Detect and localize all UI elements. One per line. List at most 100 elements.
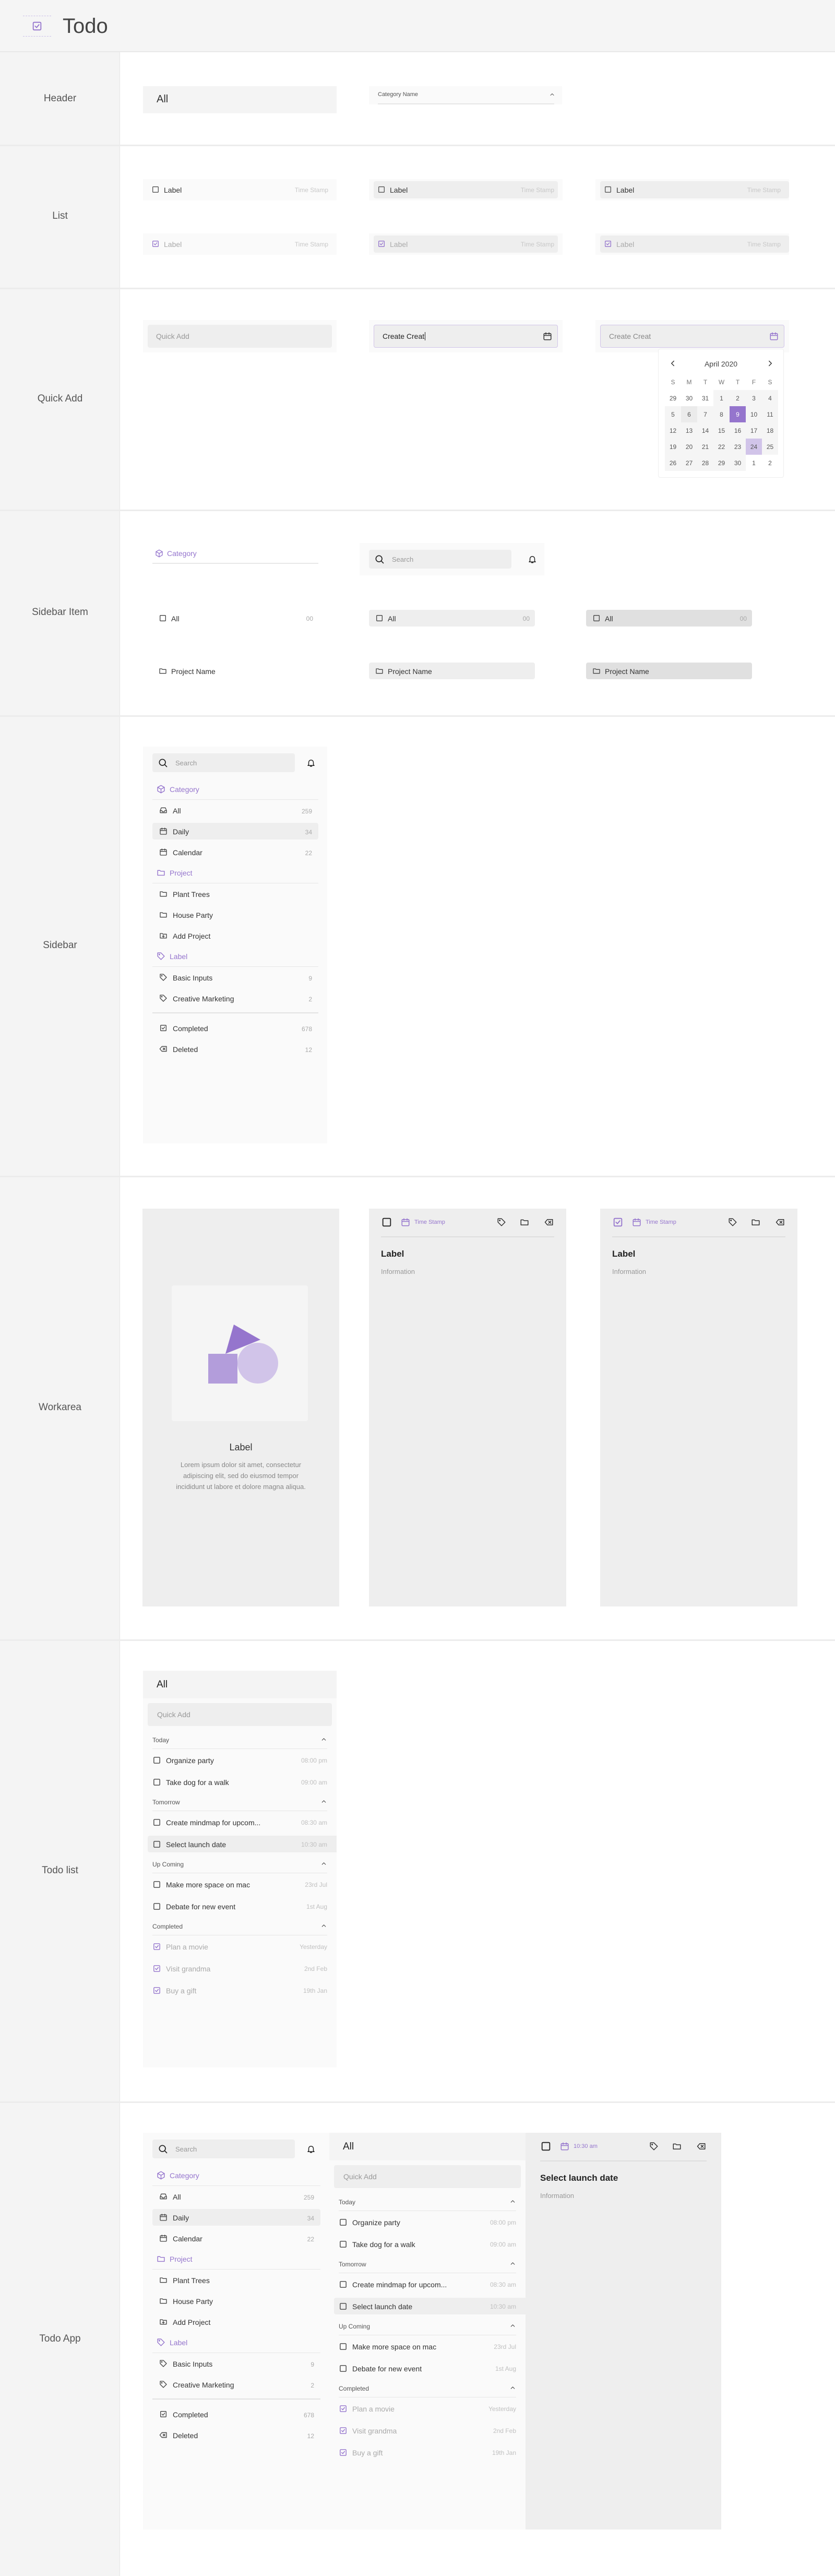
sidebar-item[interactable]: House Party [152,2293,320,2309]
checkbox-checked-icon[interactable] [151,240,160,248]
quick-add-input[interactable]: Create Creat [600,325,784,348]
calendar-day[interactable]: 15 [713,422,730,439]
todo-item[interactable]: Buy a gift 19th Jan [152,1979,327,2001]
todo-item[interactable]: Buy a gift 19th Jan [339,2441,516,2463]
todo-item[interactable]: Debate for new event 1st Aug [152,1895,327,1917]
calendar-day[interactable]: 8 [713,406,730,422]
todo-item[interactable]: Create mindmap for upcom... 08:30 am [152,1811,327,1833]
calendar-day[interactable]: 1 [746,455,762,471]
sidebar-item-completed[interactable]: Completed 678 [152,2406,320,2423]
calendar-day[interactable]: 17 [746,422,762,439]
bell-icon[interactable] [528,554,537,564]
group-header-tomorrow[interactable]: Tomorrow [339,2255,516,2273]
checkbox-icon[interactable] [152,1818,161,1827]
calendar-day[interactable]: 26 [665,455,681,471]
quick-add-input[interactable]: Quick Add [334,2165,521,2188]
calendar-day[interactable]: 4 [762,390,778,406]
chevron-up-icon[interactable] [509,2384,516,2391]
delete-icon[interactable] [544,1218,554,1227]
calendar-day[interactable]: 27 [681,455,697,471]
sidebar-item[interactable]: Calendar 22 [152,2230,320,2247]
calendar-day[interactable]: 20 [681,439,697,455]
todo-item[interactable]: Select launch date 10:30 am [148,1836,337,1852]
calendar-day[interactable]: 23 [730,439,746,455]
timestamp[interactable]: 10:30 am [574,2143,598,2149]
bell-icon[interactable] [306,758,316,767]
delete-icon[interactable] [696,2142,707,2151]
chevron-up-icon[interactable] [320,1798,327,1805]
todo-item[interactable]: Plan a movie Yesterday [339,2397,516,2419]
checkbox-checked-icon[interactable] [152,1964,161,1973]
group-header-tomorrow[interactable]: Tomorrow [152,1793,327,1811]
sidebar-item-project-default[interactable]: Project Name [152,663,318,679]
quick-add-input[interactable]: Quick Add [148,325,332,348]
group-header-up-coming[interactable]: Up Coming [152,1855,327,1873]
group-header-today[interactable]: Today [339,2193,516,2211]
list-row-pressed[interactable]: Label Time Stamp [595,179,789,200]
list-row-hover[interactable]: Label Time Stamp [369,233,563,255]
quick-add-input[interactable]: Quick Add [148,1703,332,1726]
checkbox-checked-icon[interactable] [612,1216,624,1228]
group-header-up-coming[interactable]: Up Coming [339,2317,516,2335]
sidebar-item[interactable]: Plant Trees [152,885,318,902]
checkbox-checked-icon[interactable] [152,1986,161,1995]
todo-item[interactable]: Select launch date 10:30 am [334,2298,526,2314]
calendar-day[interactable]: 16 [730,422,746,439]
todo-item[interactable]: Visit grandma 2nd Feb [152,1957,327,1979]
todo-item[interactable]: Debate for new event 1st Aug [339,2357,516,2379]
checkbox-icon[interactable] [152,1778,161,1787]
checkbox-icon[interactable] [339,2364,348,2373]
calendar-day[interactable]: 30 [730,455,746,471]
calendar-day[interactable]: 29 [665,390,681,406]
next-month-button[interactable] [766,359,775,368]
category-dropdown[interactable]: Category Name [369,86,562,104]
sidebar-item[interactable]: Basic Inputs 9 [152,2355,320,2372]
calendar-icon[interactable] [769,332,779,341]
detail-info[interactable]: Information [540,2192,574,2200]
todo-item[interactable]: Plan a movie Yesterday [152,1935,327,1957]
checkbox-icon[interactable] [604,185,612,194]
sidebar-item[interactable]: Plant Trees [152,2272,320,2288]
sidebar-heading-project[interactable]: Project [152,2249,320,2270]
group-header-today[interactable]: Today [152,1731,327,1749]
todo-item[interactable]: Create mindmap for upcom... 08:30 am [339,2273,516,2295]
detail-title[interactable]: Select launch date [540,2173,618,2183]
sidebar-item-all-active[interactable]: All 00 [586,610,752,627]
checkbox-icon[interactable] [339,2280,348,2289]
calendar-day[interactable]: 31 [697,390,713,406]
checkbox-icon[interactable] [381,1216,392,1228]
folder-icon[interactable] [751,1218,760,1227]
calendar-icon[interactable] [543,332,552,341]
sidebar-heading-label[interactable]: Label [152,946,318,967]
sidebar-item[interactable]: Add Project [152,927,318,944]
todo-item[interactable]: Make more space on mac 23rd Jul [152,1873,327,1895]
search-input[interactable]: Search [152,2140,295,2158]
sidebar-item-deleted[interactable]: Deleted 12 [152,2427,320,2443]
checkbox-icon[interactable] [339,2302,348,2311]
sidebar-item[interactable]: All 259 [152,2188,320,2205]
sidebar-heading-category[interactable]: Category [152,2165,320,2186]
sidebar-item-all-default[interactable]: All 00 [152,610,318,627]
calendar-icon[interactable] [632,1218,641,1227]
list-row-hover[interactable]: Label Time Stamp [369,179,563,200]
checkbox-icon[interactable] [152,1880,161,1889]
bell-icon[interactable] [306,2144,316,2154]
todo-item[interactable]: Organize party 08:00 pm [339,2211,516,2233]
calendar-day[interactable]: 11 [762,406,778,422]
sidebar-item-completed[interactable]: Completed 678 [152,1020,318,1036]
checkbox-checked-icon[interactable] [339,2404,348,2413]
folder-icon[interactable] [520,1218,529,1227]
calendar-day[interactable]: 3 [746,390,762,406]
checkbox-icon[interactable] [152,1756,161,1765]
sidebar-heading-project[interactable]: Project [152,862,318,883]
list-row-default[interactable]: Label Time Stamp [143,233,337,255]
checkbox-checked-icon[interactable] [604,240,612,248]
folder-icon[interactable] [672,2142,682,2151]
todo-item[interactable]: Take dog for a walk 09:00 am [152,1771,327,1793]
calendar-day[interactable]: 2 [730,390,746,406]
chevron-up-icon[interactable] [320,1860,327,1867]
detail-title[interactable]: Label [381,1249,404,1259]
calendar-day-highlighted[interactable]: 24 [746,439,762,455]
group-header-completed[interactable]: Completed [339,2379,516,2397]
sidebar-item[interactable]: All 259 [152,802,318,819]
